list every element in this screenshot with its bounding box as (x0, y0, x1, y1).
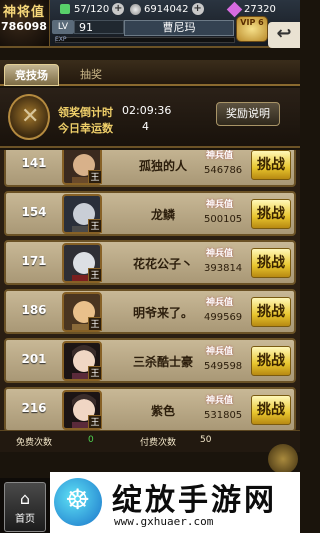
level-value: 91 (74, 20, 124, 34)
paid-count-value: 50 (200, 435, 212, 445)
gem-value: 27320 (244, 3, 276, 15)
player-name: 紫色 (150, 404, 175, 418)
power-value: 786098 (1, 20, 47, 33)
power-badge: 神将值 786098 (0, 0, 50, 46)
gem-icon (226, 1, 243, 17)
back-button[interactable]: ↩ (268, 22, 300, 48)
score-label: 神兵值 (206, 347, 234, 357)
king-badge: 王 (88, 268, 102, 282)
rank-number: 186 (21, 303, 47, 317)
exp-bar: EXP (55, 36, 235, 43)
score-label: 神兵值 (206, 151, 234, 161)
score-value: 500105 (204, 214, 243, 225)
player-name: 明爷来了。 (132, 306, 193, 320)
add-stamina-icon[interactable]: + (112, 3, 125, 15)
rank-number: 216 (21, 401, 47, 415)
king-badge: 王 (88, 170, 102, 184)
lucky-number-label: 今日幸运数 (58, 122, 113, 135)
tab-arena[interactable]: 竞技场 (4, 64, 59, 86)
challenge-button[interactable]: 挑战 (251, 395, 291, 425)
rank-number: 141 (21, 156, 47, 170)
list-item: 141 王 孤独的人 神兵值 546786 挑战 (4, 150, 296, 187)
stamina-value: 57/120 (74, 3, 110, 15)
score-value: 531805 (204, 410, 243, 421)
level-label: LV (52, 20, 74, 34)
score-label: 神兵值 (206, 249, 234, 259)
top-status-bar: 神将值 786098 57/120 + 6914042 + 27320 LV 9… (0, 0, 300, 48)
home-button[interactable]: ⌂ 首页 (4, 482, 46, 532)
reward-explain-button[interactable]: 奖励说明 (216, 102, 280, 126)
list-item: 186 王 明爷来了。 神兵值 499569 挑战 (4, 289, 296, 334)
exp-label: EXP (55, 36, 67, 43)
rank-number: 201 (21, 352, 47, 366)
challenge-button[interactable]: 挑战 (251, 199, 291, 229)
score-value: 546786 (204, 165, 243, 176)
silver-stat: 6914042 + (130, 2, 204, 16)
score-value: 393814 (204, 263, 243, 274)
challenge-button[interactable]: 挑战 (251, 297, 291, 327)
list-item: 216 王 紫色 神兵值 531805 挑战 (4, 387, 296, 430)
score-label: 神兵值 (206, 200, 234, 210)
list-item: 201 王 三杀酷士豪 神兵值 549598 挑战 (4, 338, 296, 383)
back-arrow-icon: ↩ (276, 23, 292, 44)
countdown-value: 02:09:36 (122, 104, 172, 117)
watermark-title: 绽放手游网 (112, 483, 277, 518)
add-silver-icon[interactable]: + (191, 3, 204, 15)
gem-stat: 27320 (226, 1, 276, 17)
stamina-stat: 57/120 + (60, 2, 125, 16)
rank-number: 154 (21, 205, 47, 219)
player-name: 孤独的人 (138, 159, 187, 173)
player-name: 花花公子丶 (132, 257, 193, 271)
power-label: 神将值 (3, 5, 46, 20)
challenge-button[interactable]: 挑战 (251, 346, 291, 376)
attempt-counts: 免费次数 0 付费次数 50 (0, 430, 300, 452)
score-value: 499569 (204, 312, 243, 323)
lucky-number-value: 4 (142, 120, 149, 133)
site-watermark: 绽放手游网 www.gxhuaer.com (50, 472, 300, 533)
score-label: 神兵值 (206, 396, 234, 406)
vip-badge[interactable]: VIP 6 (236, 16, 268, 42)
home-icon: ⌂ (19, 489, 31, 508)
score-label: 神兵值 (206, 298, 234, 308)
stamina-icon (60, 4, 70, 14)
home-label: 首页 (15, 514, 35, 525)
opponent-list[interactable]: 141 王 孤独的人 神兵值 546786 挑战 154 王 龙鳞 神兵值 50… (0, 150, 300, 430)
king-badge: 王 (88, 317, 102, 331)
tab-bar: 竞技场 抽奖 (0, 60, 300, 86)
challenge-button[interactable]: 挑战 (251, 150, 291, 180)
challenge-button[interactable]: 挑战 (251, 248, 291, 278)
countdown-label: 领奖倒计时 (58, 106, 113, 119)
player-name: 龙鳞 (150, 208, 175, 222)
octopus-logo-icon (54, 478, 102, 526)
crossed-swords-shield-icon (8, 94, 50, 140)
silver-coin-icon (130, 3, 141, 15)
free-count-value: 0 (88, 435, 94, 445)
silver-value: 6914042 (144, 3, 189, 15)
tab-lottery[interactable]: 抽奖 (70, 64, 112, 86)
king-badge: 王 (88, 415, 102, 429)
list-item: 171 王 花花公子丶 神兵值 393814 挑战 (4, 240, 296, 285)
paid-count-label: 付费次数 (140, 438, 177, 448)
rank-number: 171 (21, 254, 47, 268)
score-value: 549598 (204, 361, 243, 372)
player-name: 三杀酷士豪 (132, 355, 193, 369)
reward-panel: 领奖倒计时 02:09:36 今日幸运数 4 奖励说明 (0, 88, 300, 148)
watermark-url: www.gxhuaer.com (114, 515, 214, 528)
list-item: 154 王 龙鳞 神兵值 500105 挑战 (4, 191, 296, 236)
gear-ornament-icon[interactable] (268, 444, 298, 474)
free-count-label: 免费次数 (16, 438, 53, 448)
king-badge: 王 (88, 366, 102, 380)
king-badge: 王 (88, 219, 102, 233)
player-name[interactable]: 曹尼玛 (124, 20, 234, 36)
